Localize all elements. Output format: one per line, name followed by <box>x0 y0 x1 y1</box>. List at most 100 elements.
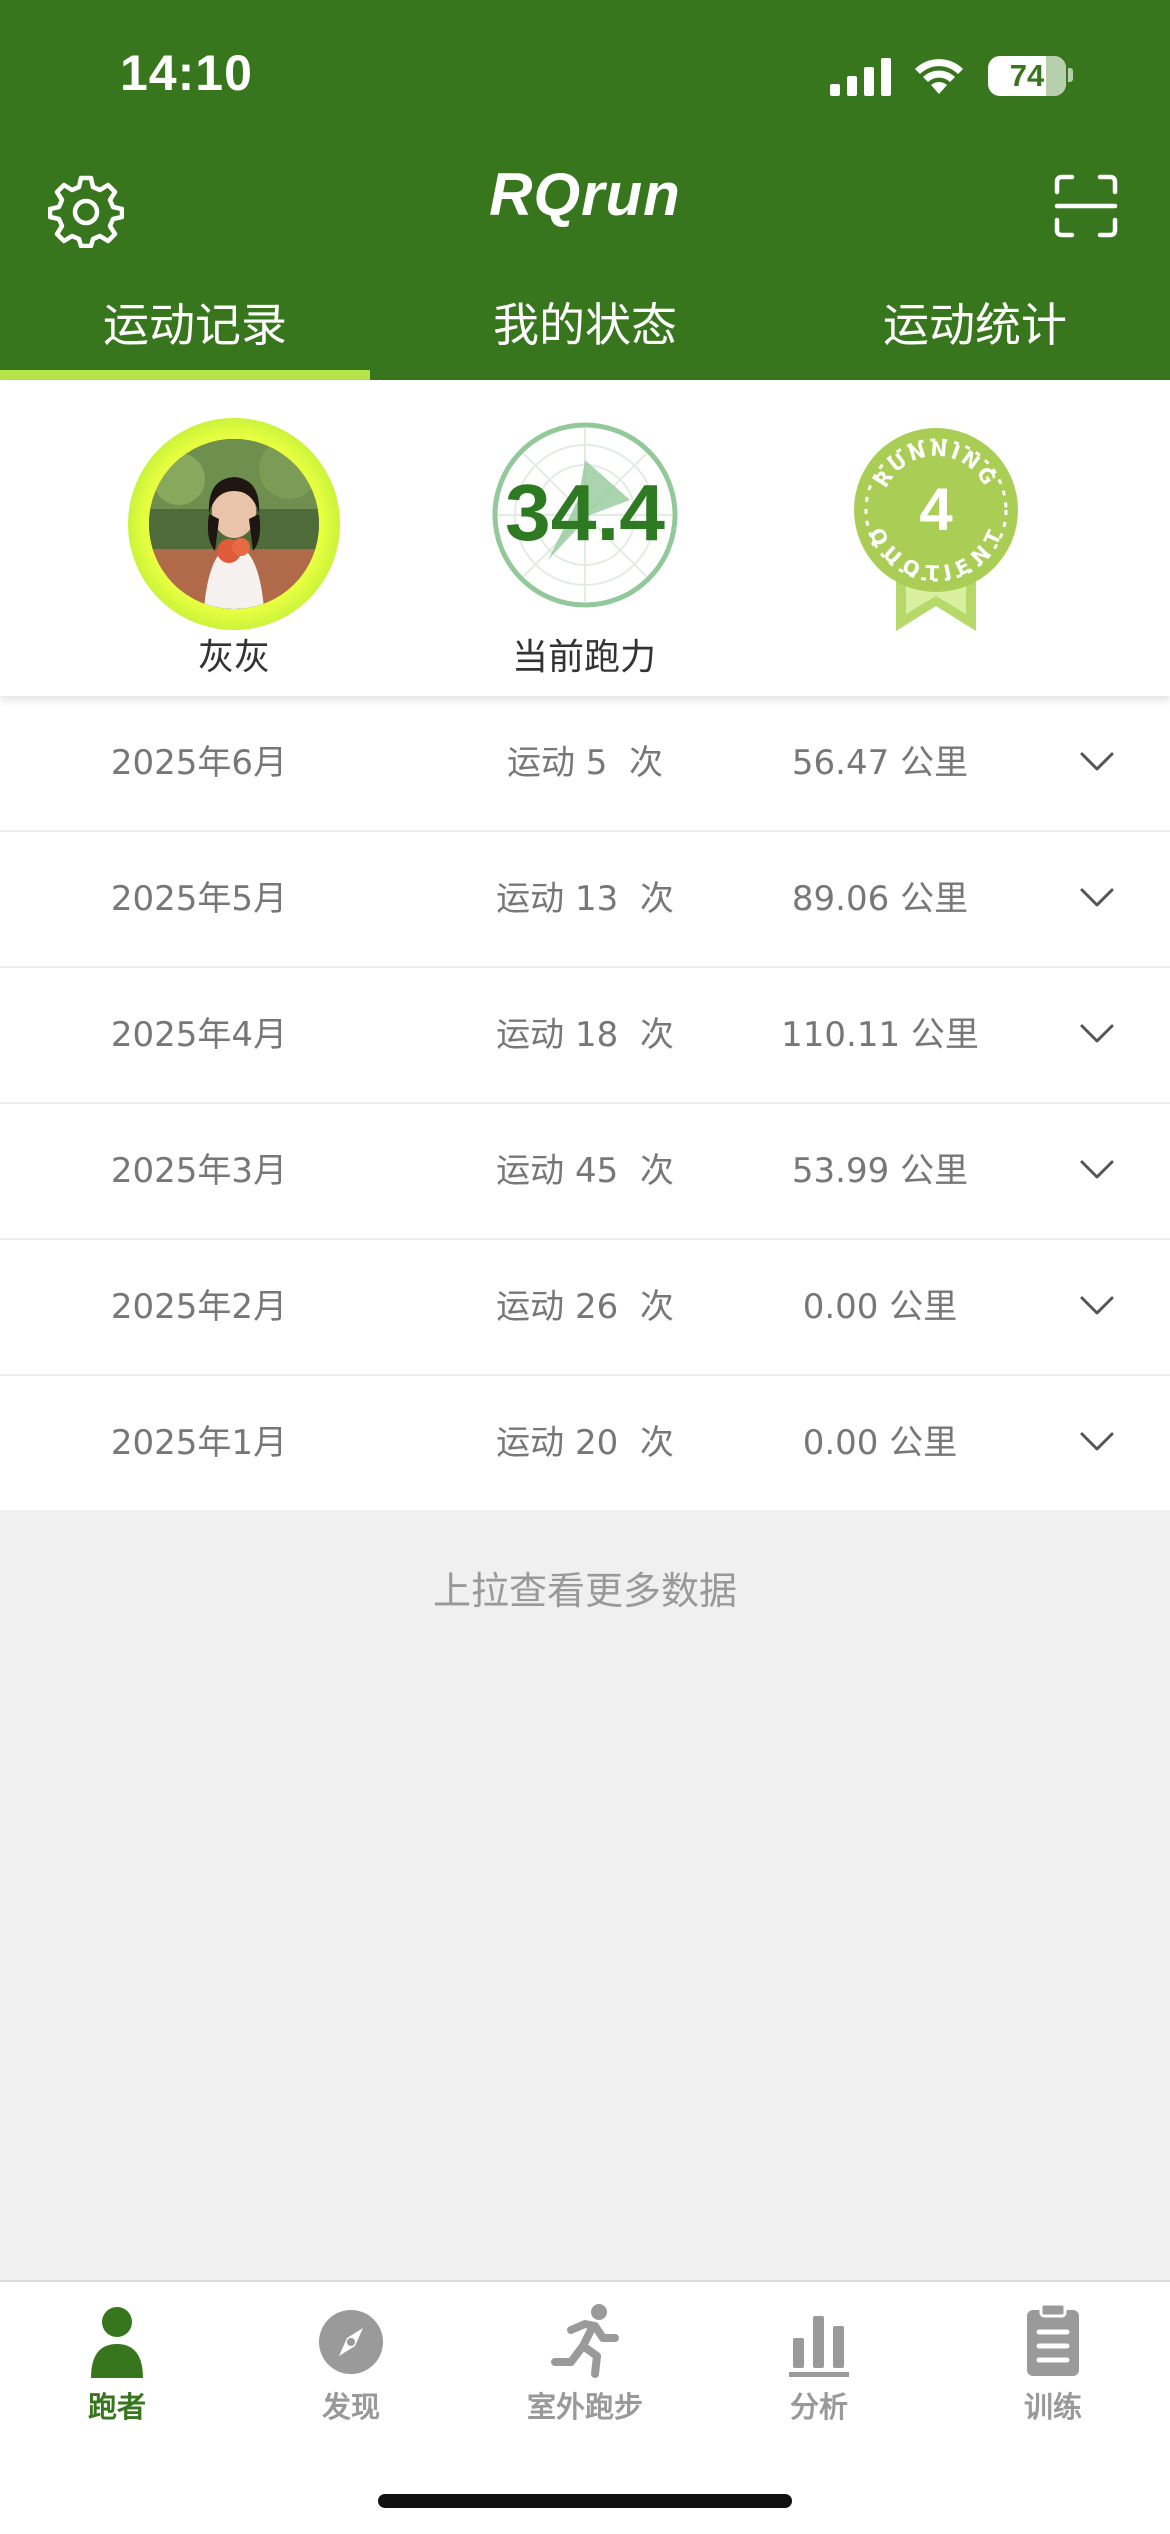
record-count: 运动 13 次 <box>430 832 740 966</box>
wifi-icon <box>915 59 963 94</box>
record-month: 2025年2月 <box>110 1287 288 1327</box>
load-more-hint: 上拉查看更多数据 <box>432 1569 737 1613</box>
tabbar-label: 室外跑步 <box>526 2390 643 2424</box>
record-row[interactable]: 2025年1月 运动 20 次 0.00 公里 <box>0 1376 1170 1510</box>
tabbar-discover[interactable]: 发现 <box>234 2302 468 2432</box>
record-distance: 53.99 公里 <box>730 1104 1030 1238</box>
record-distance-unit: 公里 <box>900 743 969 783</box>
record-row[interactable]: 2025年4月 运动 18 次 110.11 公里 <box>0 968 1170 1104</box>
battery-icon: 74 <box>988 56 1066 96</box>
record-distance-value: 110.11 <box>781 1015 901 1055</box>
home-indicator <box>378 2494 792 2508</box>
record-distance-value: 53.99 <box>791 1151 890 1191</box>
record-count-suffix: 次 <box>629 743 664 783</box>
record-count-prefix: 运动 <box>496 1423 565 1463</box>
record-count-value: 20 <box>574 1423 619 1463</box>
record-count: 运动 26 次 <box>430 1240 740 1374</box>
record-distance-unit: 公里 <box>910 1015 979 1055</box>
tab-indicator <box>0 370 370 380</box>
tabbar-label: 训练 <box>1023 2390 1082 2424</box>
record-count-value: 5 <box>585 743 608 783</box>
record-count-suffix: 次 <box>639 1151 674 1191</box>
compass-icon <box>319 2310 383 2374</box>
running-power-value: 34.4 <box>505 468 666 557</box>
tabbar-label: 跑者 <box>87 2390 146 2424</box>
record-count-prefix: 运动 <box>506 743 575 783</box>
record-distance-unit: 公里 <box>900 1151 969 1191</box>
tabbar-label: 发现 <box>321 2390 380 2424</box>
record-count-prefix: 运动 <box>496 1015 565 1055</box>
record-distance-unit: 公里 <box>900 879 969 919</box>
tab-exercise-stats[interactable]: 运动统计 <box>780 290 1170 380</box>
record-count-suffix: 次 <box>639 1015 674 1055</box>
record-month: 2025年3月 <box>110 1151 288 1191</box>
app-title: RQrun <box>489 161 681 228</box>
record-distance-value: 56.47 <box>791 743 890 783</box>
record-count-value: 18 <box>574 1015 619 1055</box>
top-tabs: 运动记录 我的状态 运动统计 <box>0 290 1170 380</box>
chevron-down-icon[interactable] <box>1080 1432 1114 1452</box>
profile-name: 灰灰 <box>197 637 270 678</box>
record-distance-value: 0.00 <box>802 1423 879 1463</box>
record-row[interactable]: 2025年2月 运动 26 次 0.00 公里 <box>0 1240 1170 1376</box>
record-count-suffix: 次 <box>639 879 674 919</box>
scan-icon[interactable] <box>1054 174 1118 238</box>
record-month: 2025年6月 <box>110 743 288 783</box>
clipboard-icon <box>1027 2302 1079 2376</box>
tab-exercise-records[interactable]: 运动记录 <box>0 290 390 380</box>
app-header: 14:10 74 RQrun 运动记录 我的状态 运动统计 <box>0 0 1170 380</box>
chevron-down-icon[interactable] <box>1080 1160 1114 1180</box>
record-distance: 89.06 公里 <box>730 832 1030 966</box>
cellular-signal-icon <box>830 58 891 96</box>
tabbar-runner[interactable]: 跑者 <box>0 2302 234 2432</box>
chevron-down-icon[interactable] <box>1080 1296 1114 1316</box>
record-row[interactable]: 2025年5月 运动 13 次 89.06 公里 <box>0 832 1170 968</box>
record-count: 运动 45 次 <box>430 1104 740 1238</box>
tabbar-outdoor-run[interactable]: 室外跑步 <box>468 2302 702 2432</box>
record-distance-value: 0.00 <box>802 1287 879 1327</box>
record-count-prefix: 运动 <box>496 879 565 919</box>
avatar[interactable] <box>128 418 340 630</box>
tabbar-label: 分析 <box>789 2390 848 2424</box>
record-count: 运动 18 次 <box>430 968 740 1102</box>
record-count: 运动 20 次 <box>430 1376 740 1510</box>
record-count-suffix: 次 <box>639 1287 674 1327</box>
record-distance: 56.47 公里 <box>730 696 1030 830</box>
status-time: 14:10 <box>120 45 253 101</box>
status-icons: 74 <box>830 52 1090 102</box>
running-power-gauge[interactable]: 34.4 <box>490 420 680 610</box>
tab-my-status[interactable]: 我的状态 <box>390 290 780 380</box>
records-list: 2025年6月 运动 5 次 56.47 公里 2025年5月 运动 13 次 89.06… <box>0 696 1170 1510</box>
record-month: 2025年5月 <box>110 879 288 919</box>
rq-level-badge[interactable]: RUNNING QUOTIENT 4 <box>852 426 1020 636</box>
tabbar-training[interactable]: 训练 <box>936 2302 1170 2432</box>
record-row[interactable]: 2025年6月 运动 5 次 56.47 公里 <box>0 696 1170 832</box>
battery-tip <box>1068 68 1073 82</box>
record-count-prefix: 运动 <box>496 1151 565 1191</box>
battery-level: 74 <box>1009 58 1045 93</box>
profile-card: 灰灰 34.4 当前跑力 RUNNING QUOTIENT 4 <box>0 380 1170 696</box>
record-count-suffix: 次 <box>639 1423 674 1463</box>
record-count-value: 45 <box>574 1151 619 1191</box>
record-count: 运动 5 次 <box>430 696 740 830</box>
tabbar-analysis[interactable]: 分析 <box>702 2302 936 2432</box>
runner-icon <box>551 2304 619 2378</box>
record-month: 2025年1月 <box>110 1423 288 1463</box>
record-distance: 0.00 公里 <box>730 1240 1030 1374</box>
record-count-prefix: 运动 <box>496 1287 565 1327</box>
badge-level: 4 <box>919 476 953 543</box>
record-distance-unit: 公里 <box>889 1423 958 1463</box>
avatar-photo <box>149 439 319 609</box>
chevron-down-icon[interactable] <box>1080 1024 1114 1044</box>
chevron-down-icon[interactable] <box>1080 752 1114 772</box>
person-icon <box>91 2307 143 2378</box>
record-distance: 0.00 公里 <box>730 1376 1030 1510</box>
chevron-down-icon[interactable] <box>1080 888 1114 908</box>
record-count-value: 13 <box>574 879 619 919</box>
record-count-value: 26 <box>574 1287 619 1327</box>
bar-chart-icon <box>789 2316 849 2377</box>
record-month: 2025年4月 <box>110 1015 288 1055</box>
record-distance-value: 89.06 <box>791 879 890 919</box>
record-row[interactable]: 2025年3月 运动 45 次 53.99 公里 <box>0 1104 1170 1240</box>
record-distance: 110.11 公里 <box>730 968 1030 1102</box>
